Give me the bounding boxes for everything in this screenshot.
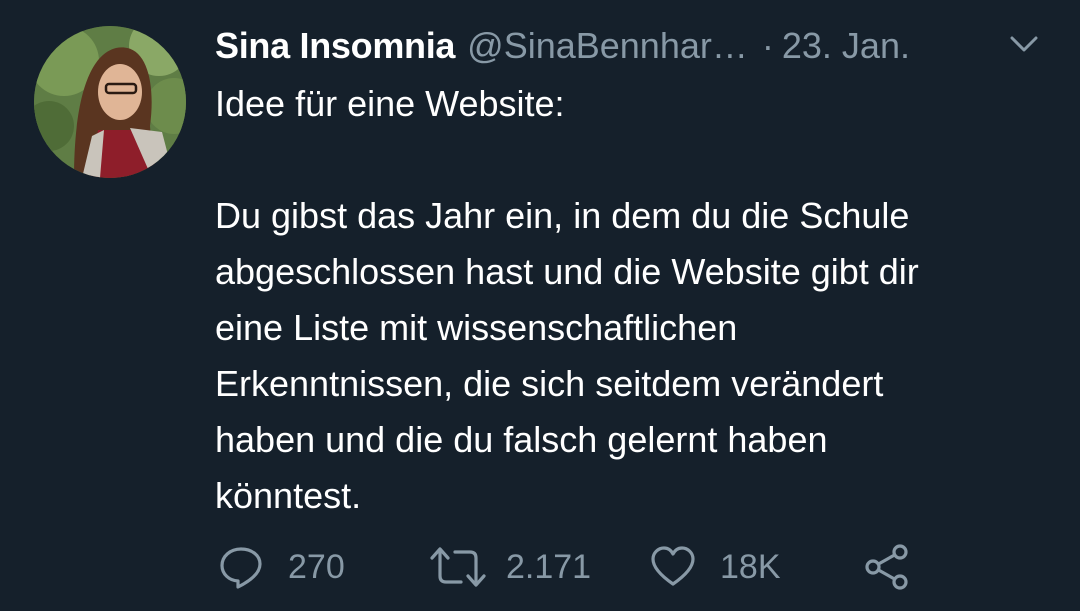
share-icon [865, 544, 908, 590]
avatar[interactable] [34, 26, 186, 178]
reply-count: 270 [288, 547, 345, 586]
tweet-text-line: haben und die du falsch gelernt haben [215, 419, 828, 460]
profile-photo [34, 26, 186, 178]
tweet-date[interactable]: 23. Jan. [782, 22, 910, 70]
chevron-down-icon [1010, 36, 1038, 52]
tweet-text-line: Erkenntnissen, die sich seitdem veränder… [215, 363, 884, 404]
tweet-text-line: könntest. [215, 475, 362, 516]
retweet-button[interactable]: 2.171 [428, 537, 591, 597]
tweet-header: Sina Insomnia @SinaBennhar… · 23. Jan. [215, 22, 1035, 70]
tweet-actions: 270 2.171 18K [0, 537, 1080, 597]
like-button[interactable]: 18K [650, 537, 781, 597]
author-handle[interactable]: @SinaBennhar… [467, 22, 748, 70]
tweet-text-line: eine Liste mit wissenschaftlichen [215, 307, 738, 348]
tweet-menu-button[interactable] [1004, 30, 1044, 60]
header-separator: · [761, 25, 774, 66]
retweet-icon [430, 547, 486, 587]
like-count: 18K [720, 547, 781, 586]
retweet-count: 2.171 [506, 547, 592, 586]
reply-button[interactable]: 270 [218, 537, 345, 597]
tweet-text-line: Du gibst das Jahr ein, in dem du die Sch… [215, 195, 910, 236]
heart-icon [651, 546, 695, 586]
tweet-text-line: abgeschlossen hast und die Website gibt … [215, 251, 919, 292]
share-button[interactable] [862, 537, 912, 597]
author-name[interactable]: Sina Insomnia [215, 22, 455, 70]
tweet-text-line: Idee für eine Website: [215, 83, 565, 124]
tweet[interactable]: Sina Insomnia @SinaBennhar… · 23. Jan. I… [0, 0, 1080, 611]
tweet-text: Idee für eine Website: Du gibst das Jahr… [215, 76, 1055, 524]
tweet-paragraph-gap [215, 132, 1055, 188]
reply-icon [220, 547, 262, 589]
